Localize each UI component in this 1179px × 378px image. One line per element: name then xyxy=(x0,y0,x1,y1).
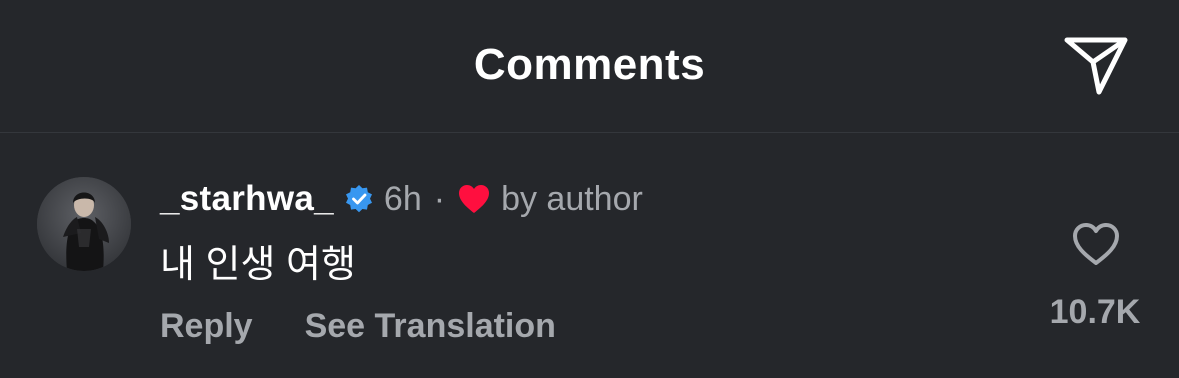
see-translation-button[interactable]: See Translation xyxy=(305,307,556,346)
share-button[interactable] xyxy=(1060,34,1132,98)
paper-plane-icon xyxy=(1064,37,1128,95)
page-title: Comments xyxy=(473,40,706,89)
avatar-image xyxy=(37,177,131,271)
like-count: 10.7K xyxy=(1049,293,1141,331)
comments-header: Comments xyxy=(0,0,1179,132)
heart-filled-icon xyxy=(457,183,491,215)
comments-screen: Comments _starhwa_ 6h · by author 내 인생 여… xyxy=(0,0,1179,378)
comment-meta: _starhwa_ 6h · by author xyxy=(160,177,643,221)
reply-button[interactable]: Reply xyxy=(160,307,253,346)
avatar[interactable] xyxy=(37,177,131,271)
username-link[interactable]: _starhwa_ xyxy=(160,179,334,219)
comment-item: _starhwa_ 6h · by author 내 인생 여행 Reply S… xyxy=(0,133,1179,378)
comment-text: 내 인생 여행 xyxy=(160,244,356,286)
liked-by-author-label: by author xyxy=(501,179,643,218)
heart-outline-icon xyxy=(1073,223,1119,265)
meta-separator: · xyxy=(433,179,446,218)
verified-badge-icon xyxy=(344,184,374,214)
comment-timestamp: 6h xyxy=(383,179,422,218)
comment-actions: Reply See Translation xyxy=(160,307,556,346)
like-button[interactable] xyxy=(1068,219,1124,269)
